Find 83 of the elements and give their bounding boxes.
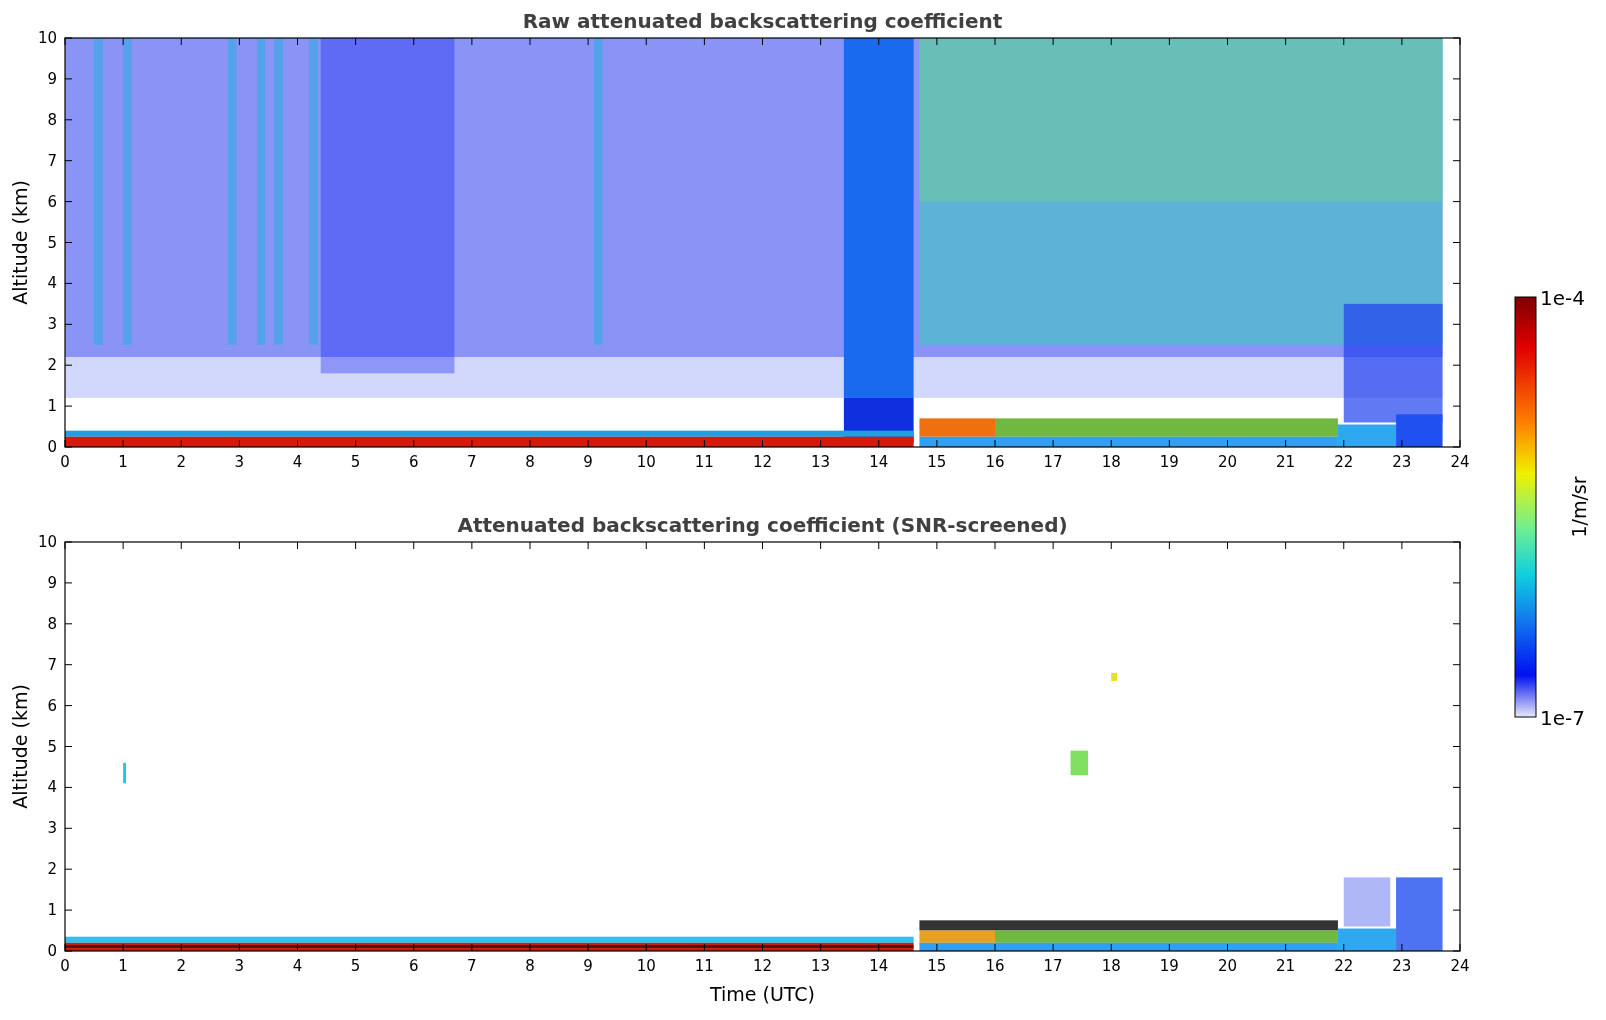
- y-tick-label: 10: [37, 533, 57, 551]
- backscatter-patch: [123, 762, 127, 784]
- y-tick-label: 1: [47, 901, 57, 920]
- x-tick-label: 7: [467, 453, 477, 471]
- colorbar-max-label: 1e-4: [1540, 286, 1585, 310]
- y-tick-label: 4: [47, 274, 57, 293]
- y-tick-label: 5: [47, 233, 57, 252]
- x-tick-label: 7: [467, 957, 477, 975]
- chart-title: Raw attenuated backscattering coefficient: [522, 9, 1003, 33]
- y-tick-label: 10: [37, 29, 57, 47]
- x-tick-label: 4: [292, 957, 303, 975]
- colorbar-min-label: 1e-7: [1540, 706, 1585, 730]
- x-tick-label: 0: [60, 453, 70, 471]
- y-tick-label: 0: [47, 438, 57, 456]
- x-tick-label: 16: [985, 453, 1005, 471]
- x-tick-label: 10: [636, 453, 656, 471]
- y-tick-label: 3: [47, 819, 57, 838]
- y-tick-label: 6: [47, 696, 57, 715]
- y-axis-label: Altitude (km): [9, 684, 31, 809]
- x-tick-label: 23: [1392, 453, 1412, 471]
- x-tick-label: 16: [985, 957, 1005, 975]
- x-tick-label: 13: [811, 957, 831, 975]
- x-tick-label: 1: [118, 453, 128, 471]
- chart-title: Attenuated backscattering coefficient (SNR-screened): [457, 513, 1068, 537]
- x-tick-label: 9: [583, 453, 593, 471]
- x-tick-label: 14: [869, 453, 889, 471]
- y-axis-label: Altitude (km): [9, 180, 31, 305]
- x-tick-label: 6: [409, 453, 419, 471]
- x-tick-label: 17: [1043, 453, 1063, 471]
- x-tick-label: 24: [1450, 957, 1470, 975]
- x-tick-label: 18: [1101, 957, 1121, 975]
- x-tick-label: 22: [1334, 957, 1354, 975]
- x-tick-label: 9: [583, 957, 593, 975]
- x-tick-label: 8: [525, 957, 535, 975]
- x-tick-label: 21: [1276, 453, 1296, 471]
- x-tick-label: 13: [811, 453, 831, 471]
- y-tick-label: 3: [47, 315, 57, 334]
- y-tick-label: 1: [47, 397, 57, 416]
- y-tick-label: 6: [47, 192, 57, 211]
- x-tick-label: 6: [409, 957, 419, 975]
- y-tick-label: 5: [47, 737, 57, 756]
- y-tick-label: 2: [47, 356, 57, 375]
- x-tick-label: 19: [1159, 453, 1179, 471]
- x-tick-label: 5: [350, 453, 361, 471]
- x-tick-label: 12: [752, 453, 773, 471]
- x-tick-label: 1: [118, 957, 128, 975]
- y-tick-label: 0: [47, 942, 57, 960]
- x-tick-label: 14: [869, 957, 889, 975]
- x-tick-label: 10: [636, 957, 656, 975]
- y-tick-label: 4: [47, 778, 57, 797]
- x-tick-label: 0: [60, 957, 70, 975]
- x-tick-label: 11: [694, 453, 714, 471]
- x-tick-label: 4: [292, 453, 303, 471]
- x-tick-label: 5: [350, 957, 361, 975]
- x-tick-label: 24: [1450, 453, 1470, 471]
- x-tick-label: 21: [1276, 957, 1296, 975]
- x-tick-label: 22: [1334, 453, 1354, 471]
- y-tick-label: 9: [47, 69, 57, 88]
- y-tick-label: 2: [47, 860, 57, 879]
- x-axis-label: Time (UTC): [710, 983, 815, 1005]
- x-tick-label: 8: [525, 453, 535, 471]
- x-tick-label: 20: [1217, 453, 1238, 471]
- x-tick-label: 18: [1101, 453, 1121, 471]
- x-tick-label: 12: [752, 957, 773, 975]
- x-tick-label: 3: [234, 453, 245, 471]
- x-tick-label: 19: [1159, 957, 1179, 975]
- y-tick-label: 7: [47, 151, 57, 170]
- backscatter-patch: [1111, 672, 1118, 682]
- colorbar-label: 1/m/sr: [1568, 476, 1590, 538]
- x-tick-label: 15: [927, 453, 947, 471]
- x-tick-label: 11: [694, 957, 714, 975]
- x-tick-label: 2: [176, 957, 186, 975]
- x-tick-label: 23: [1392, 957, 1412, 975]
- x-tick-label: 3: [234, 957, 245, 975]
- y-tick-label: 7: [47, 655, 57, 674]
- x-tick-label: 2: [176, 453, 186, 471]
- x-tick-label: 17: [1043, 957, 1063, 975]
- x-tick-label: 20: [1217, 957, 1238, 975]
- backscatter-patch: [1070, 750, 1088, 776]
- y-tick-label: 9: [47, 573, 57, 592]
- y-tick-label: 8: [47, 110, 57, 129]
- y-tick-label: 8: [47, 614, 57, 633]
- x-tick-label: 15: [927, 957, 947, 975]
